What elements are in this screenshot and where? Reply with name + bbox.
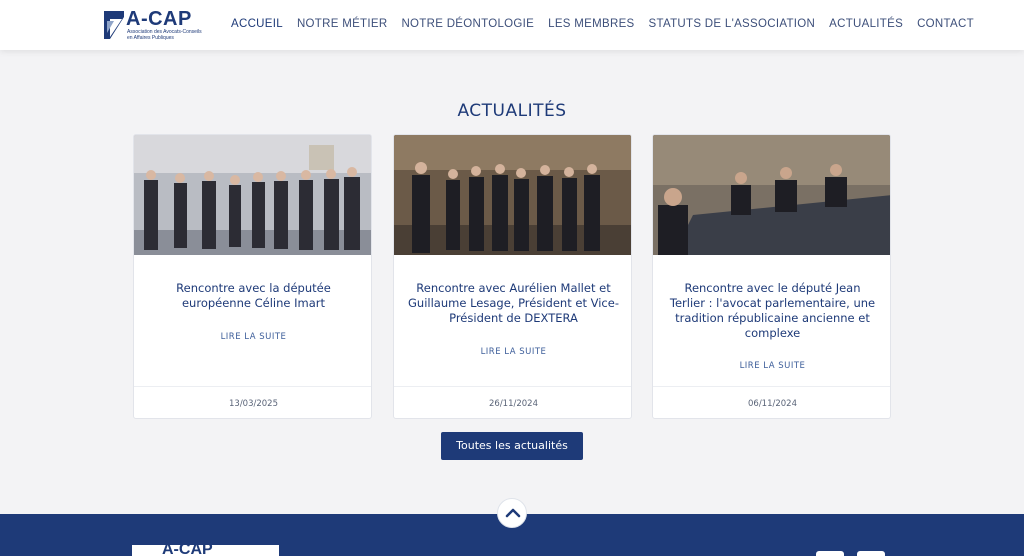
nav-item-accueil[interactable]: ACCUEIL <box>231 18 283 30</box>
card-divider <box>653 386 890 387</box>
nav-item-notre-deontologie[interactable]: NOTRE DÉONTOLOGIE <box>401 18 534 30</box>
footer-logo[interactable]: A-CAP <box>132 545 279 556</box>
news-card-title[interactable]: Rencontre avec Aurélien Mallet et Guilla… <box>408 281 619 326</box>
chevron-up-icon <box>505 508 521 518</box>
nav-item-contact[interactable]: CONTACT <box>917 18 974 30</box>
nav-item-statuts[interactable]: STATUTS DE L'ASSOCIATION <box>649 18 816 30</box>
news-card-title[interactable]: Rencontre avec le député Jean Terlier : … <box>667 281 878 341</box>
social-icon[interactable] <box>857 551 885 556</box>
all-news-button[interactable]: Toutes les actualités <box>441 432 583 460</box>
footer-logo-text: A-CAP <box>162 545 213 556</box>
read-more-link[interactable]: LIRE LA SUITE <box>134 332 371 342</box>
social-icon[interactable] <box>816 551 844 556</box>
news-card-date: 13/03/2025 <box>229 399 278 409</box>
news-card-date: 06/11/2024 <box>748 399 797 409</box>
nav-item-actualites[interactable]: ACTUALITÉS <box>829 18 903 30</box>
card-divider <box>134 386 371 387</box>
news-photo-meeting-image[interactable] <box>653 135 891 255</box>
logo-subtitle: Association des Avocats-Conseils en Affa… <box>127 29 202 41</box>
news-card-date: 26/11/2024 <box>489 399 538 409</box>
nav-item-notre-metier[interactable]: NOTRE MÉTIER <box>297 18 388 30</box>
news-card[interactable]: Rencontre avec la députée européenne Cél… <box>133 134 372 419</box>
logo-title: A-CAP <box>126 8 192 30</box>
site-header: A-CAP Association des Avocats-Conseils e… <box>0 0 1024 50</box>
news-section-title: ACTUALITÉS <box>457 101 567 121</box>
news-card[interactable]: Rencontre avec Aurélien Mallet et Guilla… <box>393 134 632 419</box>
read-more-link[interactable]: LIRE LA SUITE <box>653 361 890 371</box>
news-photo-group-image[interactable] <box>394 135 632 255</box>
site-logo[interactable]: A-CAP Association des Avocats-Conseils e… <box>104 8 204 41</box>
scroll-top-button[interactable] <box>497 498 527 528</box>
main-nav: ACCUEIL NOTRE MÉTIER NOTRE DÉONTOLOGIE L… <box>231 18 988 30</box>
news-card-title[interactable]: Rencontre avec la députée européenne Cél… <box>148 281 359 311</box>
card-divider <box>394 386 631 387</box>
nav-item-les-membres[interactable]: LES MEMBRES <box>548 18 634 30</box>
news-photo-group-image[interactable] <box>134 135 372 255</box>
logo-mark-icon <box>104 11 124 39</box>
news-card[interactable]: Rencontre avec le député Jean Terlier : … <box>652 134 891 419</box>
read-more-link[interactable]: LIRE LA SUITE <box>394 347 631 357</box>
